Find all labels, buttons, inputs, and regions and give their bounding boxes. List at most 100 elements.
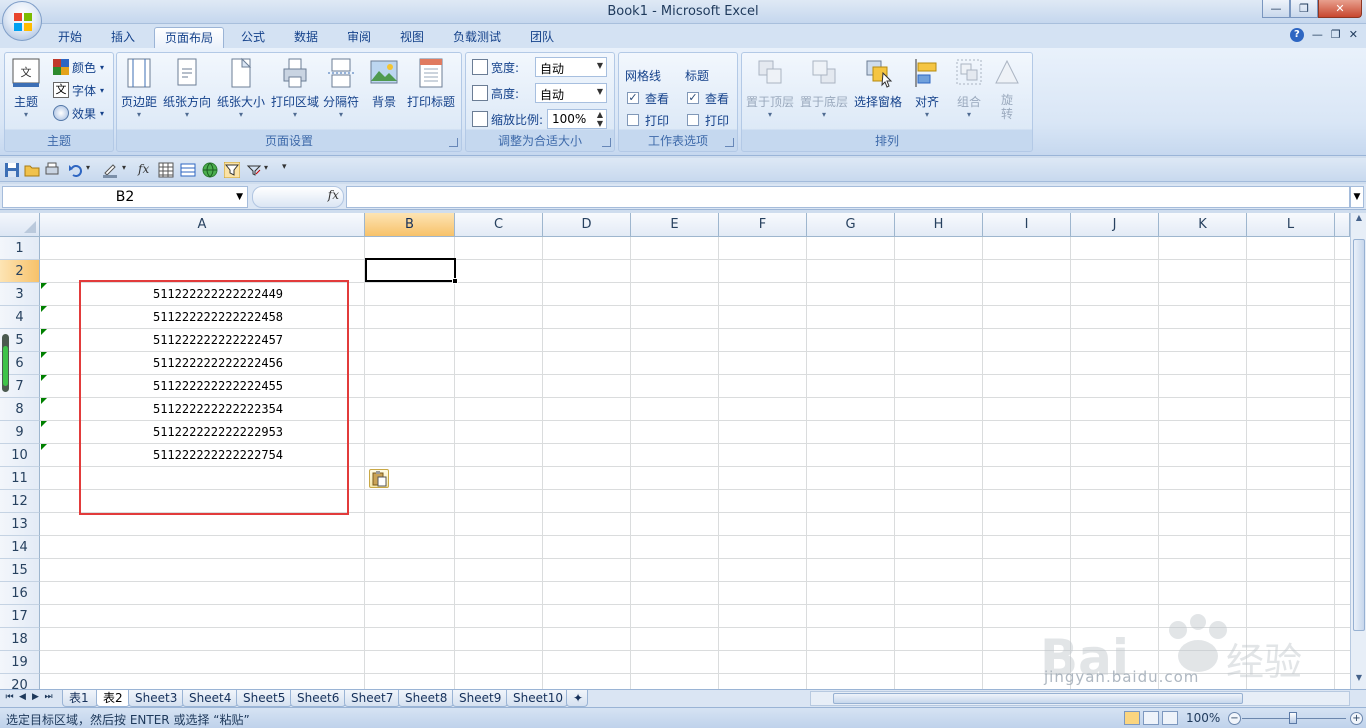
ribbon-restore-icon[interactable]: ❐	[1331, 28, 1341, 42]
row-header-11[interactable]: 11	[0, 467, 40, 490]
zoom-in-icon[interactable]: +	[1350, 712, 1363, 725]
print-preview-icon[interactable]	[44, 162, 60, 178]
row-header-4[interactable]: 4	[0, 306, 40, 329]
tab-load-test[interactable]: 负载测试	[443, 27, 511, 48]
normal-view-icon[interactable]	[1124, 711, 1140, 725]
next-sheet-icon[interactable]: ▶	[30, 692, 41, 702]
active-cell-b2[interactable]	[365, 258, 458, 284]
sheet-tab-8[interactable]: Sheet8	[398, 690, 454, 707]
margins-button[interactable]: 页边距 ▾	[121, 57, 157, 120]
row-header-16[interactable]: 16	[0, 582, 40, 605]
gridlines-view-checkbox[interactable]: ✓ 查看	[627, 88, 669, 108]
chevron-down-icon[interactable]: ▾	[122, 163, 126, 172]
column-header-i[interactable]: I	[983, 213, 1071, 237]
rows-icon[interactable]	[180, 162, 196, 178]
row-header-13[interactable]: 13	[0, 513, 40, 536]
dialog-launcher-icon[interactable]	[602, 138, 611, 147]
insert-sheet-icon[interactable]: ✦	[566, 690, 588, 707]
row-header-10[interactable]: 10	[0, 444, 40, 467]
vertical-scroll-thumb[interactable]	[1353, 239, 1365, 631]
send-to-back-button[interactable]: 置于底层 ▾	[800, 57, 848, 120]
spin-arrows-icon[interactable]: ▲ ▼	[597, 110, 603, 128]
column-header-f[interactable]: F	[719, 213, 807, 237]
zoom-level[interactable]: 100%	[1186, 711, 1220, 725]
bring-to-front-button[interactable]: 置于顶层 ▾	[746, 57, 794, 120]
tab-data[interactable]: 数据	[284, 27, 328, 48]
column-header-j[interactable]: J	[1071, 213, 1159, 237]
minimize-button[interactable]: —	[1262, 0, 1290, 18]
zoom-slider-thumb[interactable]	[1289, 712, 1297, 724]
scroll-up-icon[interactable]: ▲	[1352, 213, 1366, 227]
ribbon-close-icon[interactable]: ✕	[1349, 28, 1358, 42]
print-titles-button[interactable]: 打印标题	[407, 57, 455, 110]
sheet-tab-4[interactable]: Sheet4	[182, 690, 238, 707]
customize-toolbar-icon[interactable]: ▾	[282, 162, 287, 172]
globe-icon[interactable]	[202, 162, 218, 178]
sheet-tab-10[interactable]: Sheet10	[506, 690, 568, 707]
last-sheet-icon[interactable]: ⏭	[43, 692, 54, 702]
theme-colors-button[interactable]: 颜色 ▾	[53, 57, 104, 77]
gridlines-print-checkbox[interactable]: 打印	[627, 110, 669, 130]
tab-review[interactable]: 审阅	[337, 27, 381, 48]
filter-icon[interactable]	[224, 162, 240, 178]
row-header-2[interactable]: 2	[0, 260, 40, 283]
row-header-15[interactable]: 15	[0, 559, 40, 582]
page-break-preview-icon[interactable]	[1162, 711, 1178, 725]
theme-fonts-button[interactable]: 文 字体 ▾	[53, 80, 104, 100]
headings-view-checkbox[interactable]: ✓ 查看	[687, 88, 729, 108]
row-header-12[interactable]: 12	[0, 490, 40, 513]
headings-print-checkbox[interactable]: 打印	[687, 110, 729, 130]
theme-effects-button[interactable]: 效果 ▾	[53, 103, 104, 123]
page-layout-view-icon[interactable]	[1143, 711, 1159, 725]
breaks-button[interactable]: 分隔符 ▾	[323, 57, 359, 120]
tab-insert[interactable]: 插入	[101, 27, 145, 48]
sheet-tab-2[interactable]: 表2	[96, 690, 130, 707]
size-button[interactable]: 纸张大小 ▾	[217, 57, 265, 120]
sheet-tab-3[interactable]: Sheet3	[128, 690, 184, 707]
rotate-button[interactable]: 旋转	[992, 57, 1022, 121]
zoom-out-icon[interactable]: −	[1228, 712, 1241, 725]
row-header-19[interactable]: 19	[0, 651, 40, 674]
orientation-button[interactable]: 纸张方向 ▾	[163, 57, 211, 120]
restore-button[interactable]: ❐	[1290, 0, 1318, 18]
column-header-k[interactable]: K	[1159, 213, 1247, 237]
sort-icon[interactable]	[246, 162, 262, 178]
align-button[interactable]: 对齐 ▾	[912, 57, 942, 120]
column-header-g[interactable]: G	[807, 213, 895, 237]
column-header-b[interactable]: B	[365, 213, 455, 237]
tab-formulas[interactable]: 公式	[231, 27, 275, 48]
expand-formula-bar-icon[interactable]: ▼	[1350, 186, 1364, 208]
insert-function-button[interactable]: fx	[328, 188, 339, 202]
worksheet-grid[interactable]: ABCDEFGHIJKL 1 2 3 4 5 6 7 8 9 10 11 12 13 14 15 16 17 18…	[0, 213, 1350, 689]
save-icon[interactable]	[4, 162, 20, 178]
row-header-8[interactable]: 8	[0, 398, 40, 421]
insert-function-icon[interactable]: fx	[138, 162, 154, 178]
row-header-18[interactable]: 18	[0, 628, 40, 651]
dialog-launcher-icon[interactable]	[449, 138, 458, 147]
ribbon-minimize-icon[interactable]: —	[1312, 28, 1323, 42]
first-sheet-icon[interactable]: ⏮	[4, 692, 15, 702]
horizontal-scroll-thumb[interactable]	[833, 693, 1243, 704]
close-button[interactable]: ✕	[1318, 0, 1362, 18]
sheet-tab-6[interactable]: Sheet6	[290, 690, 346, 707]
row-header-1[interactable]: 1	[0, 237, 40, 260]
column-header-c[interactable]: C	[455, 213, 543, 237]
vertical-scrollbar[interactable]: ▲ ▼	[1350, 213, 1366, 689]
chevron-down-icon[interactable]: ▾	[264, 163, 268, 172]
column-header-partial[interactable]	[1335, 213, 1350, 237]
tab-home[interactable]: 开始	[48, 27, 92, 48]
undo-icon[interactable]	[68, 162, 84, 178]
dialog-launcher-icon[interactable]	[725, 138, 734, 147]
horizontal-scrollbar[interactable]	[810, 691, 1350, 706]
background-button[interactable]: 背景	[369, 57, 399, 110]
help-icon[interactable]: ?	[1289, 28, 1304, 42]
tab-view[interactable]: 视图	[390, 27, 434, 48]
row-header-17[interactable]: 17	[0, 605, 40, 628]
prev-sheet-icon[interactable]: ◀	[17, 692, 28, 702]
table-grid-icon[interactable]	[158, 162, 174, 178]
chevron-down-icon[interactable]: ▾	[86, 163, 90, 172]
office-button[interactable]	[2, 1, 42, 41]
column-header-h[interactable]: H	[895, 213, 983, 237]
height-select[interactable]: 自动 ▼	[535, 83, 607, 103]
border-color-icon[interactable]	[102, 162, 118, 178]
